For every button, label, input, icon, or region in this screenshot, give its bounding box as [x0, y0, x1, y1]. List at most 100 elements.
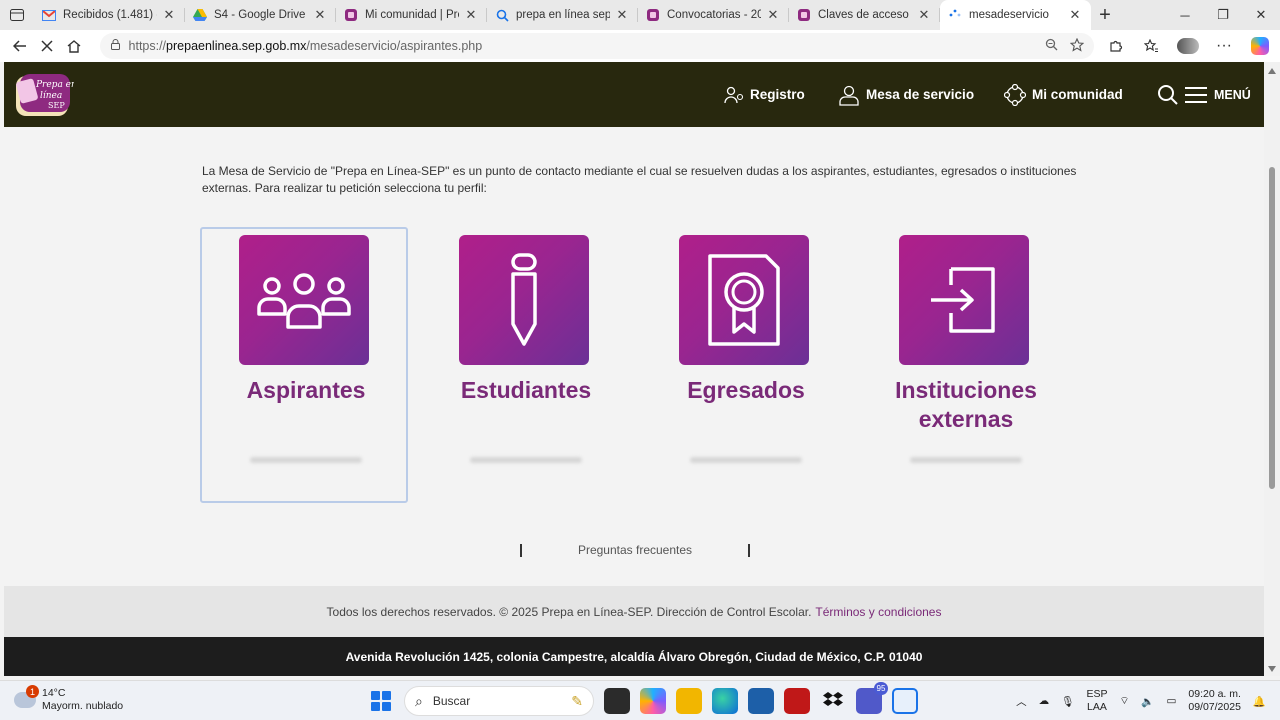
site-menu-button[interactable]: MENÚ — [1184, 62, 1251, 127]
file-explorer-icon[interactable] — [676, 688, 702, 714]
new-tab-button[interactable]: + — [1091, 0, 1119, 30]
chevron-up-icon[interactable]: ︿ — [1016, 694, 1027, 709]
browser-tab-drive[interactable]: S4 - Google Drive ✕ — [185, 0, 336, 30]
copilot-icon[interactable] — [640, 688, 666, 714]
start-button[interactable] — [368, 688, 394, 714]
site-search-button[interactable] — [1157, 62, 1179, 127]
browser-tab-convocatorias[interactable]: Convocatorias - 2025 ✕ — [638, 0, 789, 30]
address-bar[interactable]: https://prepaenlinea.sep.gob.mx/mesadese… — [99, 33, 1094, 59]
close-tab-icon[interactable]: ✕ — [463, 7, 479, 23]
profile-tile-instituciones — [899, 235, 1029, 365]
zoom-icon[interactable] — [1045, 38, 1058, 55]
weather-desc: Mayorm. nublado — [42, 700, 124, 712]
dropbox-icon[interactable] — [820, 688, 846, 714]
profile-divider — [470, 457, 582, 463]
browser-tab-claves[interactable]: Claves de acceso para ✕ — [789, 0, 940, 30]
app-window-icon[interactable] — [892, 688, 918, 714]
profile-card-estudiantes[interactable]: Estudiantes — [420, 227, 628, 503]
taskbar-search[interactable]: ⌕ Buscar ✎ — [404, 686, 594, 716]
faq-link[interactable]: Preguntas frecuentes — [578, 543, 692, 557]
back-button[interactable] — [6, 32, 33, 60]
profile-label-instituciones: Instituciones externas — [895, 377, 1037, 432]
maximize-button[interactable]: ❐ — [1204, 0, 1242, 30]
prepa-favicon — [797, 8, 811, 22]
windows-logo-icon — [371, 691, 380, 700]
scroll-down-arrow-icon[interactable] — [1268, 666, 1276, 672]
scroll-up-arrow-icon[interactable] — [1268, 68, 1276, 74]
puzzle-icon — [1110, 40, 1123, 52]
close-tab-icon[interactable]: ✕ — [312, 7, 328, 23]
browser-tab-mesadeservicio[interactable]: mesadeservicio ✕ — [940, 0, 1091, 30]
profile-button[interactable] — [1174, 32, 1202, 60]
google-drive-icon — [193, 8, 207, 22]
prepa-logo[interactable]: Prepa en línea SEP — [14, 70, 77, 118]
teams-icon[interactable]: 95 — [856, 682, 888, 714]
page-content: Prepa en línea SEP Registro Mesa de serv… — [4, 62, 1264, 676]
cloud-sync-icon[interactable]: ☁ — [1039, 695, 1050, 707]
close-tab-icon[interactable]: ✕ — [614, 7, 630, 23]
loading-icon — [948, 8, 962, 22]
tab-title: prepa en línea sep - Bu — [516, 9, 610, 21]
page-scrollbar[interactable] — [1264, 62, 1280, 676]
tab-title: Convocatorias - 2025 — [667, 9, 761, 21]
tab-title: Recibidos (1.481) - av.e — [63, 9, 157, 21]
close-tab-icon[interactable]: ✕ — [916, 7, 932, 23]
stop-loading-button[interactable] — [33, 32, 60, 60]
clock-time: 09:20 a. m. — [1188, 688, 1241, 700]
tab-actions-button[interactable] — [0, 0, 34, 30]
profile-label-egresados: Egresados — [687, 377, 805, 403]
browser-toolbar: https://prepaenlinea.sep.gob.mx/mesadese… — [0, 30, 1280, 62]
profile-card-instituciones[interactable]: Instituciones externas — [860, 227, 1068, 503]
prepa-logo-icon: Prepa en línea SEP — [16, 74, 77, 116]
lock-icon — [110, 39, 121, 53]
volume-icon[interactable]: 🔈 — [1141, 695, 1154, 708]
extensions-button[interactable] — [1102, 32, 1130, 60]
battery-icon[interactable]: ▭ — [1166, 695, 1176, 707]
favorite-star-icon[interactable] — [1069, 37, 1085, 55]
copilot-button[interactable] — [1246, 32, 1274, 60]
store-icon[interactable] — [748, 688, 774, 714]
wifi-icon[interactable]: ⌔ — [1119, 694, 1129, 708]
nav-mesa-servicio-link[interactable]: Mesa de servicio — [838, 62, 974, 127]
profile-card-egresados[interactable]: Egresados — [640, 227, 848, 503]
browser-tab-search[interactable]: prepa en línea sep - Bu ✕ — [487, 0, 638, 30]
nav-comunidad-label: Mi comunidad — [1032, 87, 1123, 102]
favorites-button[interactable] — [1138, 32, 1166, 60]
clock[interactable]: 09:20 a. m. 09/07/2025 — [1188, 688, 1241, 714]
nav-registro-label: Registro — [750, 87, 805, 102]
edge-browser-icon[interactable] — [712, 688, 738, 714]
windows-taskbar: 1 14°C Mayorm. nublado ⌕ Buscar ✎ 95 ︿ ☁… — [0, 680, 1280, 720]
close-window-button[interactable]: ✕ — [1242, 0, 1280, 30]
notification-badge: 1 — [26, 685, 39, 698]
svg-text:línea: línea — [40, 90, 62, 101]
microphone-icon[interactable]: 🎙 — [1061, 695, 1074, 708]
browser-tab-comunidad[interactable]: Mi comunidad | Prepa ✕ — [336, 0, 487, 30]
hamburger-icon — [1185, 86, 1207, 103]
login-icon — [931, 267, 995, 333]
language-indicator[interactable]: ESP LAA — [1086, 688, 1107, 714]
taskbar-search-placeholder: Buscar — [432, 694, 471, 708]
close-tab-icon[interactable]: ✕ — [1067, 7, 1083, 23]
terms-link[interactable]: Términos y condiciones — [815, 605, 941, 619]
nav-mesa-label: Mesa de servicio — [866, 87, 975, 102]
mcafee-icon[interactable] — [784, 688, 810, 714]
home-button[interactable] — [60, 32, 87, 60]
window-controls: ─ ❐ ✕ — [1166, 0, 1280, 30]
tab-title: mesadeservicio — [969, 9, 1049, 21]
nav-registro-link[interactable]: Registro — [724, 62, 805, 127]
close-tab-icon[interactable]: ✕ — [765, 7, 781, 23]
user-icon — [838, 84, 860, 106]
footer-rights: Todos los derechos reservados. © 2025 Pr… — [4, 586, 1264, 637]
profile-card-aspirantes[interactable]: Aspirantes — [200, 227, 408, 503]
task-view-icon[interactable] — [604, 688, 630, 714]
minimize-button[interactable]: ─ — [1166, 0, 1204, 30]
weather-widget[interactable]: 1 14°C Mayorm. nublado — [14, 685, 124, 713]
close-tab-icon[interactable]: ✕ — [161, 7, 177, 23]
notifications-icon[interactable]: 🔔 — [1253, 695, 1266, 708]
browser-tab-gmail[interactable]: Recibidos (1.481) - av.e ✕ — [34, 0, 185, 30]
nav-mi-comunidad-link[interactable]: Mi comunidad — [1004, 62, 1123, 127]
scrollbar-thumb[interactable] — [1269, 167, 1275, 489]
home-icon — [67, 39, 81, 53]
system-tray: ︿ ☁ 🎙 ESP LAA ⌔ 🔈 ▭ 09:20 a. m. 09/07/20… — [1016, 681, 1266, 720]
settings-more-button[interactable]: ··· — [1210, 32, 1238, 60]
